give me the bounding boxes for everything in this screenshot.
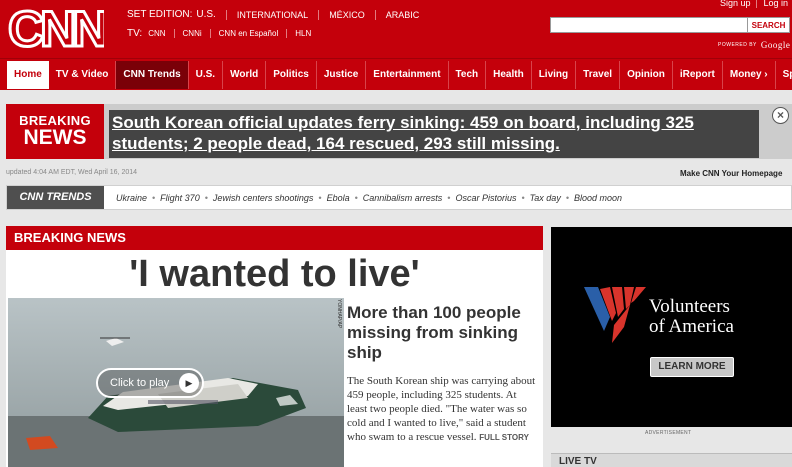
edition-selected[interactable]: U.S. (196, 9, 215, 20)
tv-links: TV: CNN CNNi CNN en Español HLN (127, 28, 319, 39)
nav-ireport[interactable]: iReport (673, 61, 723, 89)
powered-by-label: POWERED BY (718, 42, 757, 48)
google-logo: Google (760, 40, 791, 50)
breaking-news-text-box: South Korean official updates ferry sink… (109, 110, 759, 158)
trend-item[interactable]: Ukraine (111, 193, 152, 203)
trend-item[interactable]: Jewish centers shootings (208, 193, 319, 203)
nav-opinion[interactable]: Opinion (620, 61, 673, 89)
sign-up-link[interactable]: Sign up (720, 0, 751, 8)
nav-world[interactable]: World (223, 61, 267, 89)
live-tv-header[interactable]: LIVE TV (551, 453, 792, 467)
nav-home[interactable]: Home (7, 61, 49, 89)
divider (756, 0, 758, 8)
voa-logo-icon (584, 287, 646, 343)
nav-travel[interactable]: Travel (576, 61, 621, 89)
advertisement-label: ADVERTISEMENT (645, 430, 692, 436)
search-box: SEARCH (550, 17, 790, 33)
nav-entertainment[interactable]: Entertainment (366, 61, 449, 89)
search-input[interactable] (550, 17, 748, 33)
nav-us[interactable]: U.S. (189, 61, 224, 89)
breaking-news-tag: BREAKING NEWS (6, 104, 104, 159)
page-title[interactable]: 'I wanted to live' (6, 254, 543, 294)
trends-list: Ukraine • Flight 370 • Jewish centers shoo… (111, 186, 627, 209)
header-bar: CNN Sign up Log in SET EDITION: U.S. INT… (0, 0, 792, 59)
edition-option-arabic[interactable]: ARABIC (374, 9, 430, 20)
trend-item[interactable]: Tax day (525, 193, 566, 203)
make-homepage-link[interactable]: Make CNN Your Homepage (680, 169, 782, 178)
edition-option-international[interactable]: INTERNATIONAL (225, 9, 318, 20)
nav-tech[interactable]: Tech (449, 61, 487, 89)
trend-item[interactable]: Oscar Pistorius (450, 193, 521, 203)
cnn-logo[interactable]: CNN (6, 0, 111, 59)
tv-option-cnni[interactable]: CNNi (173, 29, 210, 38)
trend-item[interactable]: Cannibalism arrests (358, 193, 448, 203)
tv-option-cnn-espanol[interactable]: CNN en Español (209, 29, 287, 38)
tv-option-cnn[interactable]: CNN (148, 29, 173, 38)
ad-org-line1: Volunteers (649, 296, 730, 317)
svg-text:CNN: CNN (8, 2, 104, 54)
main-story-panel: BREAKING NEWS 'I wanted to live' Click t… (6, 226, 543, 467)
trend-item[interactable]: Blood moon (569, 193, 627, 203)
story-subhead[interactable]: More than 100 people missing from sinkin… (347, 303, 537, 363)
learn-more-button[interactable]: LEARN MORE (650, 357, 734, 377)
nav-living[interactable]: Living (532, 61, 577, 89)
nav-sports[interactable]: Sports › (776, 61, 792, 89)
nav-tv-video[interactable]: TV & Video (49, 61, 117, 89)
photo-credit: YONHAP/AP (336, 299, 342, 329)
search-button[interactable]: SEARCH (748, 17, 790, 33)
section-label: BREAKING NEWS (6, 226, 543, 250)
nav-health[interactable]: Health (486, 61, 532, 89)
play-label: Click to play (110, 377, 170, 389)
cnn-trends-logo[interactable]: CNN TRENDS (7, 186, 104, 209)
breaking-news-banner: BREAKING NEWS South Korean official upda… (6, 104, 792, 159)
nav-politics[interactable]: Politics (266, 61, 317, 89)
tv-label: TV: (127, 28, 143, 39)
advertisement[interactable]: Volunteers of America LEARN MORE (551, 227, 792, 427)
trends-bar: CNN TRENDS Ukraine • Flight 370 • Jewish c… (6, 185, 792, 210)
powered-by: POWERED BY Google (718, 40, 790, 50)
edition-label: SET EDITION: (127, 9, 193, 20)
play-icon: ▶ (179, 373, 199, 393)
breaking-news-link[interactable]: South Korean official updates ferry sink… (112, 112, 759, 154)
trend-item[interactable]: Ebola (322, 193, 355, 203)
nav-justice[interactable]: Justice (317, 61, 367, 89)
ad-org-line2: of America (649, 316, 734, 337)
ad-org-name: Volunteers of America (649, 297, 734, 337)
story-summary: The South Korean ship was carrying about… (347, 374, 537, 445)
main-nav: Home TV & Video CNN Trends U.S. World Po… (0, 58, 792, 90)
full-story-link[interactable]: FULL STORY (479, 433, 529, 442)
close-icon[interactable]: × (772, 107, 789, 124)
account-links: Sign up Log in (720, 0, 788, 8)
updated-timestamp: updated 4:04 AM EDT, Wed April 16, 2014 (6, 169, 138, 176)
breaking-tag-line2: NEWS (23, 126, 87, 149)
nav-money[interactable]: Money › (723, 61, 776, 89)
story-photo[interactable]: Click to play ▶ (8, 298, 344, 467)
play-video-button[interactable]: Click to play ▶ (96, 368, 204, 398)
tv-option-hln[interactable]: HLN (286, 29, 319, 38)
edition-selector: SET EDITION: U.S. INTERNATIONAL MÉXICO A… (127, 9, 429, 20)
trend-item[interactable]: Flight 370 (155, 193, 205, 203)
log-in-link[interactable]: Log in (763, 0, 788, 8)
edition-option-mexico[interactable]: MÉXICO (318, 9, 375, 20)
nav-cnn-trends[interactable]: CNN Trends (116, 61, 189, 89)
